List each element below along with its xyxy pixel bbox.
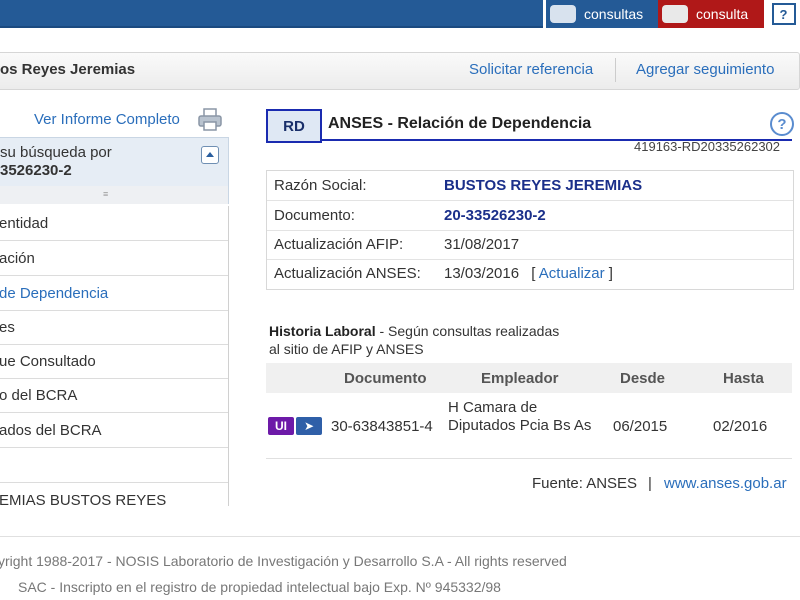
solicitar-referencia-link[interactable]: Solicitar referencia	[469, 61, 593, 78]
consultas-button[interactable]: consultas	[543, 0, 661, 28]
razon-value: BUSTOS REYES JEREMIAS	[444, 177, 643, 194]
row-hasta: 02/2016	[713, 418, 768, 435]
sidebar-item-bcra[interactable]: o del BCRA	[0, 378, 228, 413]
consultas-label: consultas	[584, 6, 644, 22]
sidebar-item-bcra-2[interactable]: ados del BCRA	[0, 413, 228, 448]
info-row-afip: Actualización AFIP: 31/08/2017	[267, 230, 793, 260]
sidebar-item-identidad[interactable]: entidad	[0, 206, 228, 241]
registry-text: SAC - Inscripto en el registro de propie…	[18, 579, 501, 595]
section-title: ANSES - Relación de Dependencia	[328, 115, 592, 132]
info-row-documento: Documento: 20-33526230-2	[267, 201, 793, 231]
collapse-icon[interactable]	[201, 146, 219, 164]
sidebar-item-label: de Dependencia	[0, 284, 109, 302]
historia-subtitle: - Según consultas realizadas	[375, 323, 560, 339]
consultas-icon	[550, 5, 576, 23]
agregar-seguimiento-link[interactable]: Agregar seguimiento	[636, 61, 774, 78]
sidebar-item-empty	[0, 448, 228, 483]
afip-value: 31/08/2017	[444, 236, 520, 253]
actualizar-link[interactable]: Actualizar	[539, 265, 605, 282]
sidebar-item-relacion-dependencia[interactable]: de Dependencia	[0, 276, 228, 311]
search-summary-text: su búsqueda por	[0, 144, 112, 161]
bracket-open: [	[531, 265, 536, 282]
sidebar-item-label: ación	[0, 249, 35, 267]
sidebar-item-label: entidad	[0, 214, 49, 232]
copyright-text: yright 1988-2017 - NOSIS Laboratorio de …	[0, 553, 567, 569]
splitter-bar[interactable]	[0, 186, 229, 204]
sidebar-item-consultado[interactable]: ue Consultado	[0, 344, 228, 379]
top-help-button[interactable]: ?	[767, 0, 800, 28]
search-summary-document: 3526230-2	[0, 162, 72, 179]
sidebar-item-ubicacion[interactable]: ación	[0, 241, 228, 276]
historia-laboral-heading: Historia Laboral - Según consultas reali…	[269, 322, 559, 358]
footer-divider	[0, 536, 800, 537]
subject-name: os Reyes Jeremias	[0, 61, 136, 78]
info-row-anses: Actualización ANSES: 13/03/2016 [ Actual…	[267, 259, 793, 288]
drag-handle-icon[interactable]: ≡	[103, 189, 108, 199]
historia-title: Historia Laboral	[269, 323, 376, 339]
consulta-button[interactable]: consulta	[658, 0, 767, 28]
row-documento: 30-63843851-4	[331, 418, 433, 435]
top-help-icon: ?	[771, 3, 796, 25]
header-divider	[615, 58, 616, 82]
sidebar-item-name[interactable]: EMIAS BUSTOS REYES	[0, 483, 228, 517]
col-documento: Documento	[344, 370, 427, 387]
row-desde: 06/2015	[613, 418, 668, 435]
reference-code: 419163-RD20335262302	[634, 139, 781, 154]
consulta-icon	[662, 5, 688, 23]
sidebar-item-es[interactable]: es	[0, 310, 228, 345]
info-row-razon: Razón Social: BUSTOS REYES JEREMIAS	[267, 171, 793, 201]
ver-informe-link[interactable]: Ver Informe Completo	[34, 111, 180, 128]
bracket-close: ]	[608, 265, 613, 282]
sidebar-item-label: ados del BCRA	[0, 421, 102, 439]
historia-subtitle-2: al sitio de AFIP y ANSES	[269, 341, 424, 357]
printer-icon[interactable]	[197, 108, 223, 132]
documento-value: 20-33526230-2	[444, 207, 546, 224]
sidebar-item-label: EMIAS BUSTOS REYES	[0, 491, 167, 509]
fuente-separator: |	[648, 475, 652, 492]
col-hasta: Hasta	[723, 370, 764, 387]
row-empleador: H Camara de Diputados Pcia Bs As	[448, 399, 592, 434]
sidebar-menu: entidad ación de Dependencia es ue Consu…	[0, 206, 229, 509]
anses-label: Actualización ANSES:	[274, 265, 421, 282]
anses-value-group: 13/03/2016 [ Actualizar ]	[444, 265, 613, 282]
col-desde: Desde	[620, 370, 666, 387]
razon-label: Razón Social:	[274, 177, 367, 194]
col-empleador: Empleador	[481, 370, 559, 387]
afip-label: Actualización AFIP:	[274, 236, 404, 253]
rd-badge: RD	[266, 109, 322, 143]
ui-badge[interactable]: UI	[268, 417, 294, 435]
sidebar-item-label: es	[0, 318, 15, 336]
anses-value: 13/03/2016	[444, 265, 520, 282]
info-table: Razón Social: BUSTOS REYES JEREMIAS Docu…	[266, 170, 794, 290]
documento-label: Documento:	[274, 207, 355, 224]
sidebar-item-label: ue Consultado	[0, 352, 96, 370]
cursor-icon[interactable]: ➤	[296, 417, 322, 435]
help-icon[interactable]: ?	[770, 112, 794, 136]
sidebar-item-label: o del BCRA	[0, 386, 78, 404]
consulta-label: consulta	[696, 6, 749, 22]
fuente-text: Fuente: ANSES	[532, 475, 638, 492]
anses-website-link[interactable]: www.anses.gob.ar	[664, 475, 787, 492]
